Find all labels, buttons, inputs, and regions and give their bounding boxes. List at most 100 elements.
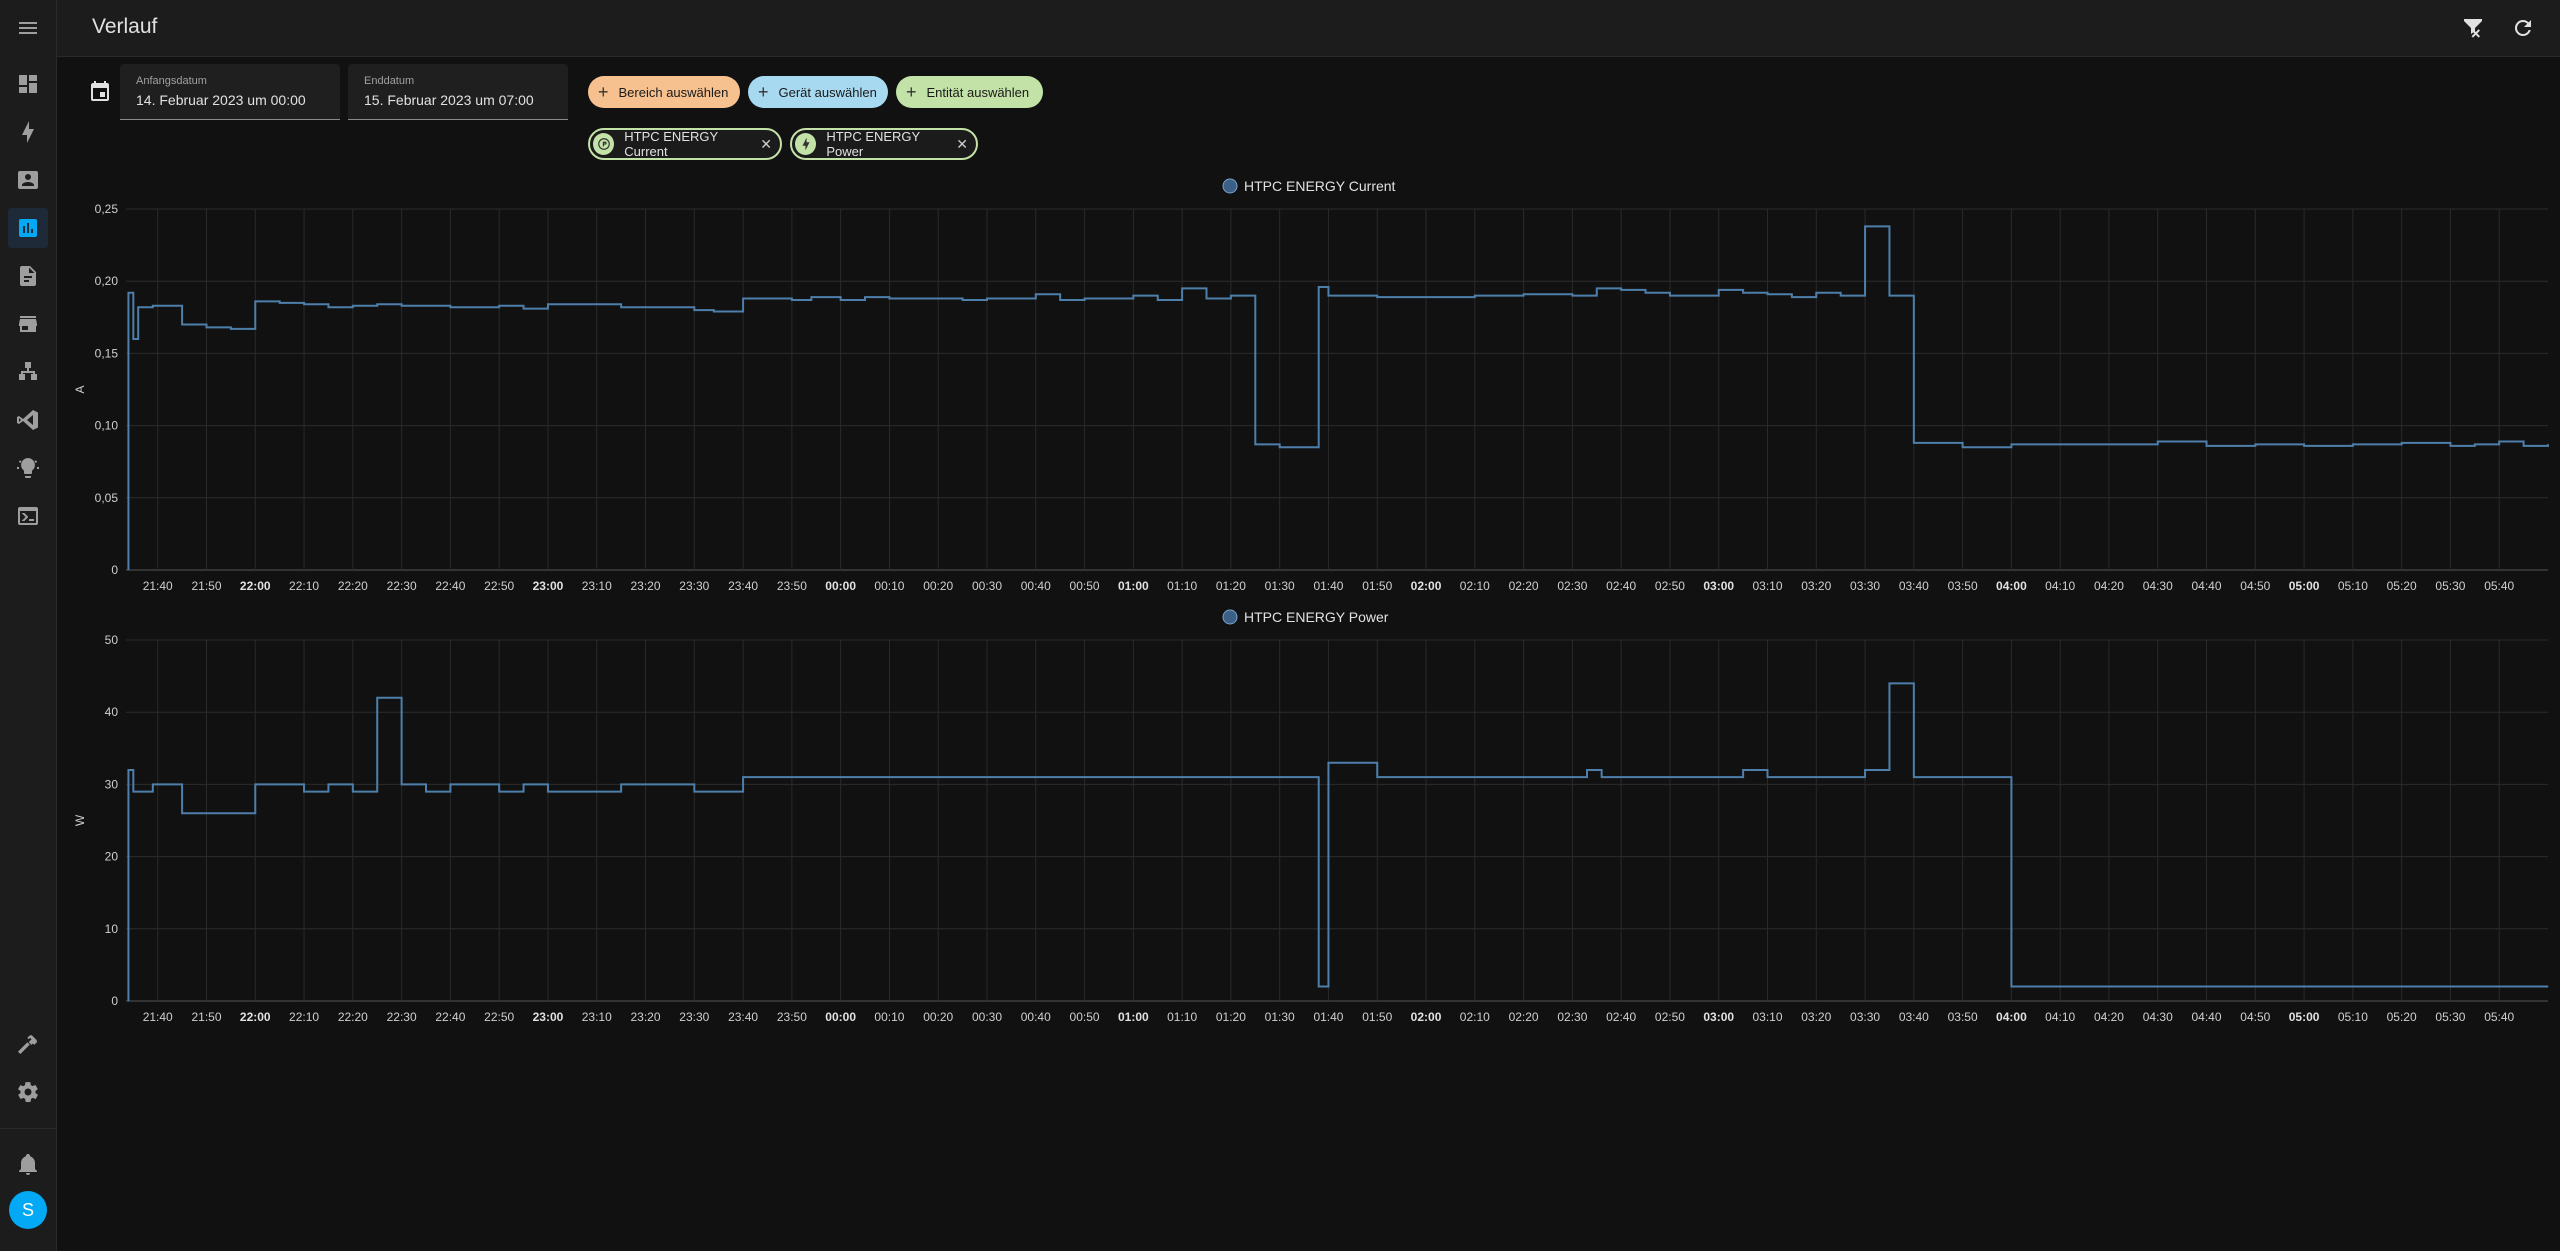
power-chart-x-tick-34: 03:20 bbox=[1801, 1010, 1831, 1024]
refresh-button[interactable] bbox=[2507, 12, 2539, 44]
sidebar-item-logbook[interactable] bbox=[8, 160, 48, 200]
power-chart-point-45 bbox=[2010, 986, 2012, 988]
power-chart-x-tick-32: 03:00 bbox=[1703, 1010, 1734, 1024]
choose-entity-button[interactable]: + Entität auswählen bbox=[896, 76, 1043, 108]
sidebar-item-settings[interactable] bbox=[8, 1072, 48, 1112]
sidebar-item-energy[interactable] bbox=[8, 112, 48, 152]
power-chart-point-42 bbox=[1864, 769, 1866, 771]
power-chart-x-tick-3: 22:10 bbox=[289, 1010, 319, 1024]
current-chart-y-tick-5: 0,25 bbox=[95, 202, 119, 216]
current-chart-x-tick-11: 23:30 bbox=[679, 579, 709, 593]
menu-button[interactable] bbox=[8, 8, 48, 48]
power-chart-y-tick-1: 10 bbox=[105, 922, 119, 936]
sidebar-item-notifications[interactable] bbox=[8, 1144, 48, 1184]
current-chart-point-10 bbox=[254, 300, 256, 302]
sidebar-divider bbox=[0, 1128, 56, 1129]
entity-chip-power[interactable]: HTPC ENERGY Power ✕ bbox=[790, 128, 978, 160]
sidebar-item-vscode[interactable] bbox=[8, 400, 48, 440]
current-chart-point-39 bbox=[1157, 299, 1159, 301]
power-chart-x-tick-16: 00:20 bbox=[923, 1010, 953, 1024]
entity-chip-power-label: HTPC ENERGY Power bbox=[826, 129, 920, 159]
current-chart-x-tick-44: 05:00 bbox=[2289, 579, 2320, 593]
power-chart-x-tick-45: 05:10 bbox=[2338, 1010, 2368, 1024]
power-chart-x-tick-9: 23:10 bbox=[582, 1010, 612, 1024]
current-chart-x-tick-23: 01:30 bbox=[1265, 579, 1295, 593]
power-chart-x-tick-18: 00:40 bbox=[1021, 1010, 1051, 1024]
page-title: Verlauf bbox=[92, 15, 158, 38]
remove-entity-current-button[interactable]: ✕ bbox=[760, 136, 772, 153]
current-chart-point-53 bbox=[1596, 287, 1598, 289]
current-chart-x-tick-21: 01:10 bbox=[1167, 579, 1197, 593]
clear-filter-button[interactable] bbox=[2457, 12, 2489, 44]
remove-entity-power-button[interactable]: ✕ bbox=[956, 136, 968, 153]
current-chart-y-tick-1: 0,05 bbox=[95, 491, 119, 505]
current-chart-point-26 bbox=[791, 299, 793, 301]
current-chart-point-74 bbox=[2303, 445, 2305, 447]
current-chart-point-31 bbox=[913, 298, 915, 300]
date-range-picker-button[interactable] bbox=[88, 80, 112, 104]
power-chart-x-tick-5: 22:30 bbox=[387, 1010, 417, 1024]
current-chart-point-22 bbox=[645, 306, 647, 308]
choose-area-label: Bereich auswählen bbox=[618, 84, 729, 100]
sidebar-item-terminal[interactable] bbox=[8, 496, 48, 536]
power-chart-point-6 bbox=[181, 812, 183, 814]
current-chart-point-17 bbox=[449, 306, 451, 308]
current-chart-x-tick-42: 04:40 bbox=[2192, 579, 2222, 593]
power-chart-point-23 bbox=[742, 776, 744, 778]
power-chart-x-tick-23: 01:30 bbox=[1265, 1010, 1295, 1024]
power-chart-point-33 bbox=[1523, 776, 1525, 778]
choose-device-button[interactable]: + Gerät auswählen bbox=[748, 76, 888, 108]
sidebar-item-network[interactable] bbox=[8, 352, 48, 392]
user-avatar[interactable]: S bbox=[9, 1191, 47, 1229]
sidebar-item-overview[interactable] bbox=[8, 64, 48, 104]
power-chart-x-tick-22: 01:20 bbox=[1216, 1010, 1246, 1024]
power-chart-legend: HTPC ENERGY Power bbox=[1222, 609, 1389, 625]
power-chart-x-tick-41: 04:30 bbox=[2143, 1010, 2173, 1024]
power-chart-x-tick-20: 01:00 bbox=[1118, 1010, 1149, 1024]
menu-icon bbox=[19, 22, 37, 34]
sidebar-item-file-editor[interactable] bbox=[8, 256, 48, 296]
power-chart-x-tick-13: 23:50 bbox=[777, 1010, 807, 1024]
current-chart-x-tick-2: 22:00 bbox=[240, 579, 271, 593]
start-date-label: Anfangsdatum bbox=[136, 75, 207, 87]
current-chart-x-tick-19: 00:50 bbox=[1070, 579, 1100, 593]
terminal-icon bbox=[18, 507, 38, 525]
current-chart-x-tick-46: 05:20 bbox=[2387, 579, 2417, 593]
choose-area-button[interactable]: + Bereich auswählen bbox=[588, 76, 740, 108]
end-date-field[interactable]: Enddatum 15. Februar 2023 um 07:00 bbox=[348, 64, 568, 120]
sidebar-item-lights[interactable] bbox=[8, 448, 48, 488]
top-bar: Verlauf bbox=[57, 0, 2560, 57]
current-chart-x-tick-24: 01:40 bbox=[1313, 579, 1343, 593]
power-chart-point-35 bbox=[1601, 776, 1603, 778]
power-chart-point-39 bbox=[1766, 776, 1768, 778]
sidebar-item-history[interactable] bbox=[8, 208, 48, 248]
power-chart-x-tick-19: 00:50 bbox=[1070, 1010, 1100, 1024]
sidebar-item-developer-tools[interactable] bbox=[8, 1024, 48, 1064]
power-chart-x-tick-25: 01:50 bbox=[1362, 1010, 1392, 1024]
current-chart-x-tick-36: 03:40 bbox=[1899, 579, 1929, 593]
current-chart-point-33 bbox=[962, 299, 964, 301]
power-chart-x-tick-10: 23:20 bbox=[631, 1010, 661, 1024]
power-chart-point-28 bbox=[1318, 986, 1320, 988]
power-chart-legend-swatch bbox=[1222, 609, 1238, 625]
current-chart-x-tick-26: 02:00 bbox=[1411, 579, 1442, 593]
power-chart-point-32 bbox=[1425, 776, 1427, 778]
current-chart-point-1 bbox=[127, 292, 129, 294]
power-chart-x-tick-0: 21:40 bbox=[143, 1010, 173, 1024]
current-chart-point-15 bbox=[376, 303, 378, 305]
entity-chip-current-label: HTPC ENERGY Current bbox=[624, 129, 718, 159]
power-chart-x-tick-11: 23:30 bbox=[679, 1010, 709, 1024]
power-chart-x-tick-7: 22:50 bbox=[484, 1010, 514, 1024]
current-chart-point-37 bbox=[1084, 298, 1086, 300]
entity-chip-current[interactable]: HTPC ENERGY Current ✕ bbox=[588, 128, 782, 160]
power-chart-x-tick-39: 04:10 bbox=[2045, 1010, 2075, 1024]
current-chart-point-16 bbox=[401, 305, 403, 307]
power-chart-y-tick-3: 30 bbox=[105, 777, 119, 791]
refresh-icon bbox=[2514, 19, 2531, 36]
sidebar-item-store[interactable] bbox=[8, 304, 48, 344]
end-date-label: Enddatum bbox=[364, 75, 415, 87]
start-date-field[interactable]: Anfangsdatum 14. Februar 2023 um 00:00 bbox=[120, 64, 340, 120]
power-chart-point-20 bbox=[620, 783, 622, 785]
plus-icon: + bbox=[758, 82, 769, 102]
current-chart-point-71 bbox=[2157, 440, 2159, 442]
